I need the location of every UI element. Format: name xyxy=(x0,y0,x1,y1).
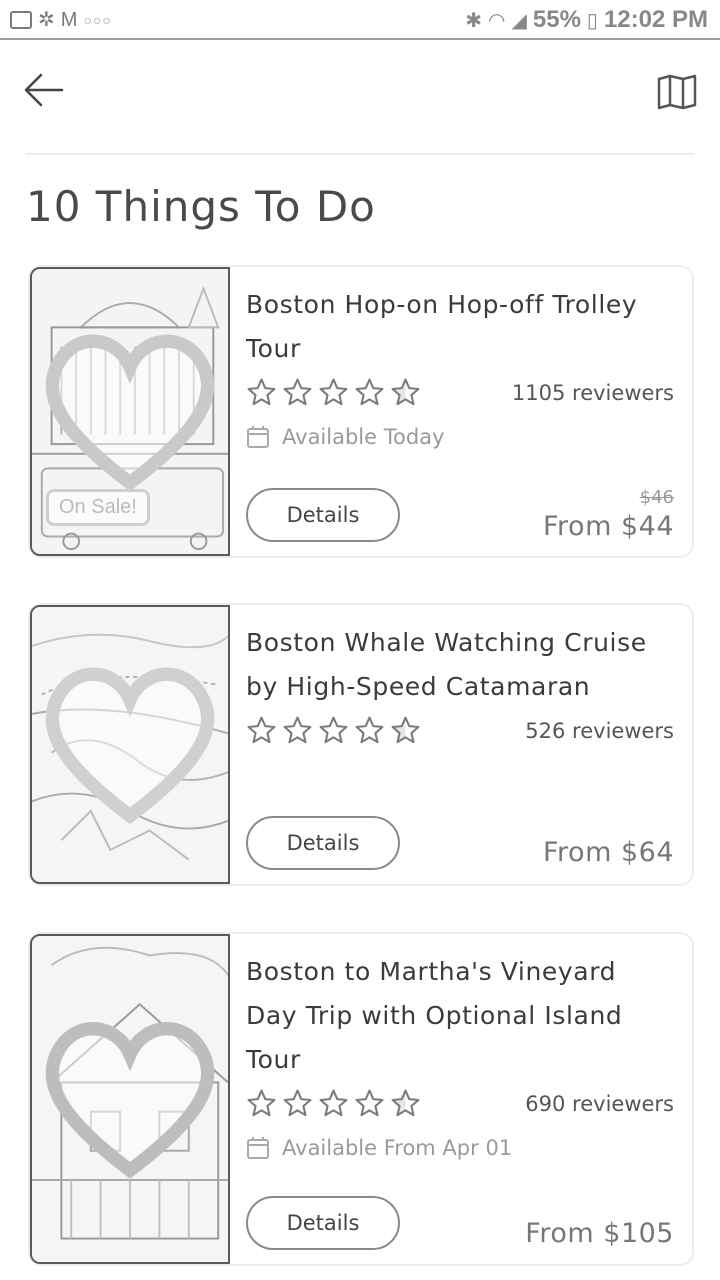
reviewer-count: 526 reviewers xyxy=(525,719,674,743)
calendar-icon xyxy=(247,426,269,448)
status-bar-notifications: ✲ M ○○○ xyxy=(10,6,112,34)
star-full-icon xyxy=(283,1089,312,1117)
image-icon xyxy=(10,11,32,29)
battery-percent: 55% xyxy=(532,6,581,33)
rating-row: 1105 reviewers xyxy=(246,377,674,417)
star-rating xyxy=(246,1088,421,1119)
star-full-icon xyxy=(247,1089,276,1117)
tour-card[interactable]: On Sale! Boston Hop-on Hop-off Trolley T… xyxy=(28,265,694,558)
tour-title[interactable]: Boston to Martha's Vineyard Day Trip wit… xyxy=(246,950,674,1082)
map-icon xyxy=(657,74,697,110)
star-full-icon xyxy=(355,1089,384,1117)
star-full-icon xyxy=(247,378,276,406)
star-full-icon xyxy=(319,716,348,744)
back-button[interactable] xyxy=(22,70,66,110)
star-full-icon xyxy=(319,378,348,406)
star-half-icon xyxy=(391,378,420,406)
more-dots-icon: ○○○ xyxy=(83,12,112,28)
tour-card[interactable]: Boston to Martha's Vineyard Day Trip wit… xyxy=(28,932,694,1266)
pinwheel-icon: ✲ xyxy=(38,9,55,31)
tour-title[interactable]: Boston Hop-on Hop-off Trolley Tour xyxy=(246,283,674,371)
battery-icon: ▯ xyxy=(586,9,598,32)
clock: 12:02 PM xyxy=(603,6,708,33)
header-divider xyxy=(26,153,694,155)
details-button[interactable]: Details xyxy=(246,1196,400,1250)
availability-text: Available Today xyxy=(282,425,445,449)
top-app-bar xyxy=(0,40,720,154)
page-title: 10 Things To Do xyxy=(26,182,376,231)
tour-title[interactable]: Boston Whale Watching Cruise by High-Spe… xyxy=(246,621,674,709)
reviewer-count: 690 reviewers xyxy=(525,1092,674,1116)
tour-info: Boston Whale Watching Cruise by High-Spe… xyxy=(246,621,674,755)
details-button[interactable]: Details xyxy=(246,488,400,542)
star-full-icon xyxy=(247,716,276,744)
price: From $64 xyxy=(542,837,674,868)
bluetooth-icon: ✱ xyxy=(465,9,483,32)
reviewer-count: 1105 reviewers xyxy=(511,381,674,405)
favorite-heart-icon[interactable] xyxy=(32,936,228,1262)
star-full-icon xyxy=(319,1089,348,1117)
price: From $105 xyxy=(525,1218,674,1249)
availability-text: Available From Apr 01 xyxy=(282,1136,513,1160)
favorite-heart-icon[interactable] xyxy=(32,607,228,882)
tour-card[interactable]: Boston Whale Watching Cruise by High-Spe… xyxy=(28,603,694,886)
details-button[interactable]: Details xyxy=(246,816,400,870)
calendar-icon xyxy=(247,1137,269,1159)
availability: Available From Apr 01 xyxy=(246,1128,674,1168)
rating-row: 526 reviewers xyxy=(246,715,674,755)
star-full-icon xyxy=(283,378,312,406)
gmail-icon: M xyxy=(60,9,78,31)
tour-image xyxy=(30,605,230,884)
star-rating xyxy=(246,715,421,746)
star-half-icon xyxy=(391,1089,420,1117)
tour-image: On Sale! xyxy=(30,267,230,556)
star-half-icon xyxy=(391,716,420,744)
star-rating xyxy=(246,377,421,408)
tour-info: Boston to Martha's Vineyard Day Trip wit… xyxy=(246,950,674,1168)
wifi-icon: ◠ xyxy=(488,9,506,32)
signal-icon: ◢ xyxy=(511,9,527,32)
star-full-icon xyxy=(355,716,384,744)
tour-image xyxy=(30,934,230,1264)
star-full-icon xyxy=(283,716,312,744)
status-bar: ✲ M ○○○ ✱ ◠ ◢ 55% ▯ 12:02 PM xyxy=(0,0,720,40)
availability: Available Today xyxy=(246,417,674,457)
on-sale-badge: On Sale! xyxy=(46,489,150,526)
price: From $44 xyxy=(542,511,674,542)
original-price: $46 xyxy=(639,487,674,508)
status-bar-system: ✱ ◠ ◢ 55% ▯ 12:02 PM xyxy=(465,6,708,34)
rating-row: 690 reviewers xyxy=(246,1088,674,1128)
tour-info: Boston Hop-on Hop-off Trolley Tour 1105 … xyxy=(246,283,674,457)
arrow-left-icon xyxy=(24,73,64,107)
map-view-button[interactable] xyxy=(656,74,698,110)
star-full-icon xyxy=(355,378,384,406)
